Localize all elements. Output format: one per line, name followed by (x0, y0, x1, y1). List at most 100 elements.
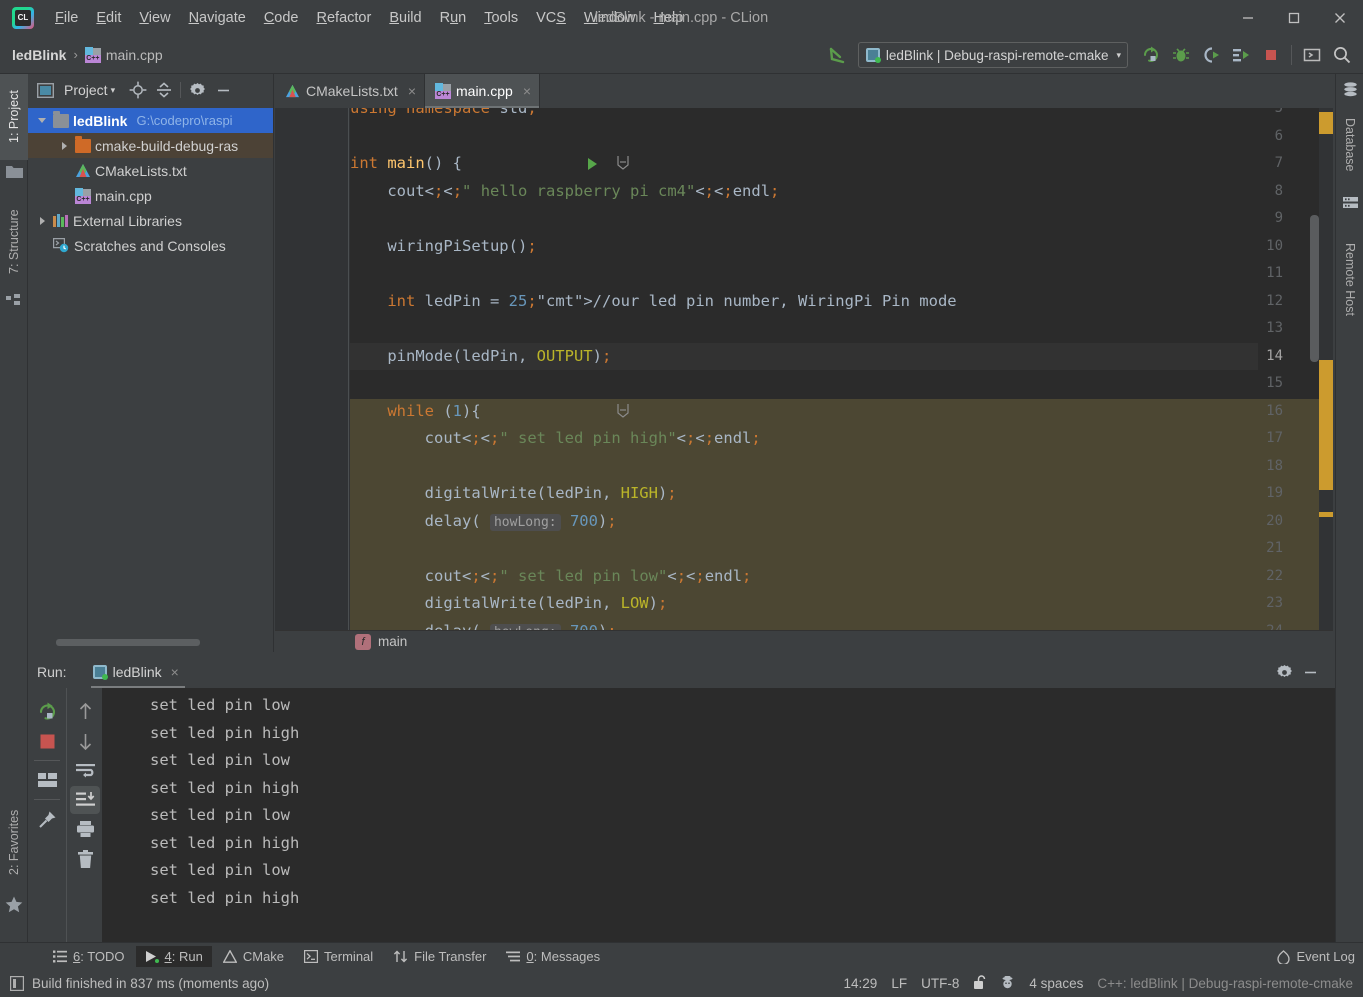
gear-icon[interactable] (1271, 659, 1297, 685)
scroll-to-end-icon[interactable] (70, 786, 100, 814)
tool-window-button-terminal[interactable]: Terminal (295, 946, 382, 967)
code-line: delay( howLong: 700); (350, 511, 617, 531)
line-separator[interactable]: LF (891, 976, 907, 991)
breadcrumb-file[interactable]: main.cpp (106, 47, 163, 63)
close-icon[interactable]: × (171, 664, 179, 680)
tree-item-label: External Libraries (73, 212, 182, 229)
collapse-all-icon[interactable] (151, 77, 177, 103)
minimize-icon[interactable] (1225, 0, 1271, 36)
menu-item-window[interactable]: Window (575, 7, 645, 29)
menu-item-help[interactable]: Help (644, 7, 692, 29)
down-icon[interactable] (67, 726, 103, 756)
editor-tab-main-cpp[interactable]: C++ main.cpp × (425, 74, 540, 108)
tool-window-button-6-todo[interactable]: 6: TODO (44, 946, 134, 967)
run-configuration-selector[interactable]: ledBlink | Debug-raspi-remote-cmake ▾ (857, 42, 1128, 68)
tree-item-main-cpp[interactable]: C++ main.cpp (28, 183, 273, 208)
trash-icon[interactable] (67, 844, 103, 874)
pin-icon[interactable] (28, 804, 66, 834)
soft-wrap-icon[interactable] (67, 756, 103, 786)
sidebar-item-structure[interactable]: 7: Structure (0, 194, 28, 290)
chevron-down-icon[interactable]: ▾ (111, 85, 116, 96)
sidebar-item-remote-host[interactable]: Remote Host (1336, 216, 1363, 342)
up-icon[interactable] (67, 696, 103, 726)
marker-changed-block[interactable] (1319, 360, 1333, 490)
menu-item-code[interactable]: Code (255, 7, 308, 29)
project-panel-title[interactable]: Project (64, 82, 108, 98)
indent-setting[interactable]: 4 spaces (1029, 976, 1083, 991)
run-tool-window: Run: ledBlink × set led pin low set led … (28, 656, 1335, 944)
menu-item-navigate[interactable]: Navigate (180, 7, 255, 29)
open-console-icon[interactable] (1297, 40, 1327, 70)
marker-small[interactable] (1319, 512, 1333, 517)
event-log-button[interactable]: Event Log (1277, 949, 1355, 964)
editor-vscrollbar[interactable] (1310, 215, 1319, 362)
unlocked-icon[interactable] (973, 974, 986, 993)
hide-icon[interactable] (1297, 659, 1323, 685)
profile-icon[interactable] (1226, 40, 1256, 70)
layout-icon[interactable] (28, 765, 66, 795)
sidebar-item-project[interactable]: 1: Project (0, 74, 28, 160)
tree-item-external-libraries[interactable]: External Libraries (28, 208, 273, 233)
rerun-icon[interactable] (28, 696, 66, 726)
code-area[interactable]: 56789101112131415161718192021222324 usin… (275, 108, 1333, 630)
tool-window-button-cmake[interactable]: CMake (214, 946, 293, 967)
editor-marker-track[interactable] (1319, 108, 1333, 630)
run-tab-ledblink[interactable]: ledBlink × (89, 661, 186, 689)
status-message-group: Build finished in 837 ms (moments ago) (10, 976, 269, 991)
sidebar-item-favorites[interactable]: 2: Favorites (0, 794, 28, 890)
close-icon[interactable]: × (408, 83, 416, 99)
tree-item-cmakelists-txt[interactable]: CMakeLists.txt (28, 158, 273, 183)
maximize-icon[interactable] (1271, 0, 1317, 36)
menu-item-tools[interactable]: Tools (475, 7, 527, 29)
run-with-coverage-icon[interactable] (1196, 40, 1226, 70)
tree-item-label: CMakeLists.txt (95, 162, 187, 179)
sidebar-item-database[interactable]: Database (1336, 102, 1363, 188)
editor-tab-cmakelists-txt[interactable]: CMakeLists.txt × (275, 74, 425, 108)
gear-icon[interactable] (184, 77, 210, 103)
encoding[interactable]: UTF-8 (921, 976, 959, 991)
stop-icon[interactable] (1256, 40, 1286, 70)
debug-icon[interactable] (1166, 40, 1196, 70)
tool-window-button-label: Terminal (324, 949, 374, 964)
menu-item-file[interactable]: File (46, 7, 87, 29)
close-icon[interactable] (1317, 0, 1363, 36)
expand-arrow-icon[interactable] (34, 113, 50, 129)
hide-icon[interactable] (210, 77, 236, 103)
console-line: set led pin low (150, 806, 290, 824)
inspection-hector-icon[interactable] (1000, 975, 1015, 993)
breadcrumb-function-name[interactable]: main (378, 634, 407, 649)
menu-item-build[interactable]: Build (380, 7, 430, 29)
build-hammer-icon[interactable] (822, 40, 852, 70)
menu-item-edit[interactable]: Edit (87, 7, 130, 29)
expand-arrow-icon[interactable] (56, 138, 72, 154)
menu-item-refactor[interactable]: Refactor (308, 7, 381, 29)
rerun-icon[interactable] (1136, 40, 1166, 70)
caret-position[interactable]: 14:29 (844, 976, 878, 991)
search-icon[interactable] (1327, 40, 1357, 70)
stop-icon[interactable] (28, 726, 66, 756)
star-icon (5, 896, 23, 918)
tree-item-scratches-and-consoles[interactable]: Scratches and Consoles (28, 233, 273, 258)
breadcrumb-project[interactable]: ledBlink (12, 47, 66, 63)
tree-item-ledblink[interactable]: ledBlink G:\codepro\raspi (28, 108, 273, 133)
project-panel-hscrollbar[interactable] (56, 639, 200, 646)
project-config-status[interactable]: C++: ledBlink | Debug-raspi-remote-cmake (1097, 976, 1353, 991)
editor-tab-label: main.cpp (456, 83, 513, 99)
print-icon[interactable] (67, 814, 103, 844)
tool-window-button-0-messages[interactable]: 0: Messages (497, 946, 609, 967)
menu-item-view[interactable]: View (130, 7, 179, 29)
run-console-output[interactable]: set led pin low set led pin high set led p… (102, 688, 1335, 944)
locate-icon[interactable] (125, 77, 151, 103)
tree-item-cmake-build-debug-ras[interactable]: cmake-build-debug-ras (28, 133, 273, 158)
marker-warning[interactable] (1319, 112, 1333, 134)
tool-window-button-file-transfer[interactable]: File Transfer (384, 946, 495, 967)
expand-arrow-icon[interactable] (34, 213, 50, 229)
run-window-label: Run: (37, 664, 67, 680)
menu-item-run[interactable]: Run (431, 7, 476, 29)
close-icon[interactable]: × (523, 83, 531, 99)
chevron-down-icon[interactable]: ▾ (1116, 50, 1121, 61)
line-number-gutter[interactable] (275, 108, 350, 630)
tool-window-button-4-run[interactable]: 4: Run (135, 946, 212, 967)
menu-item-vcs[interactable]: VCS (527, 7, 575, 29)
